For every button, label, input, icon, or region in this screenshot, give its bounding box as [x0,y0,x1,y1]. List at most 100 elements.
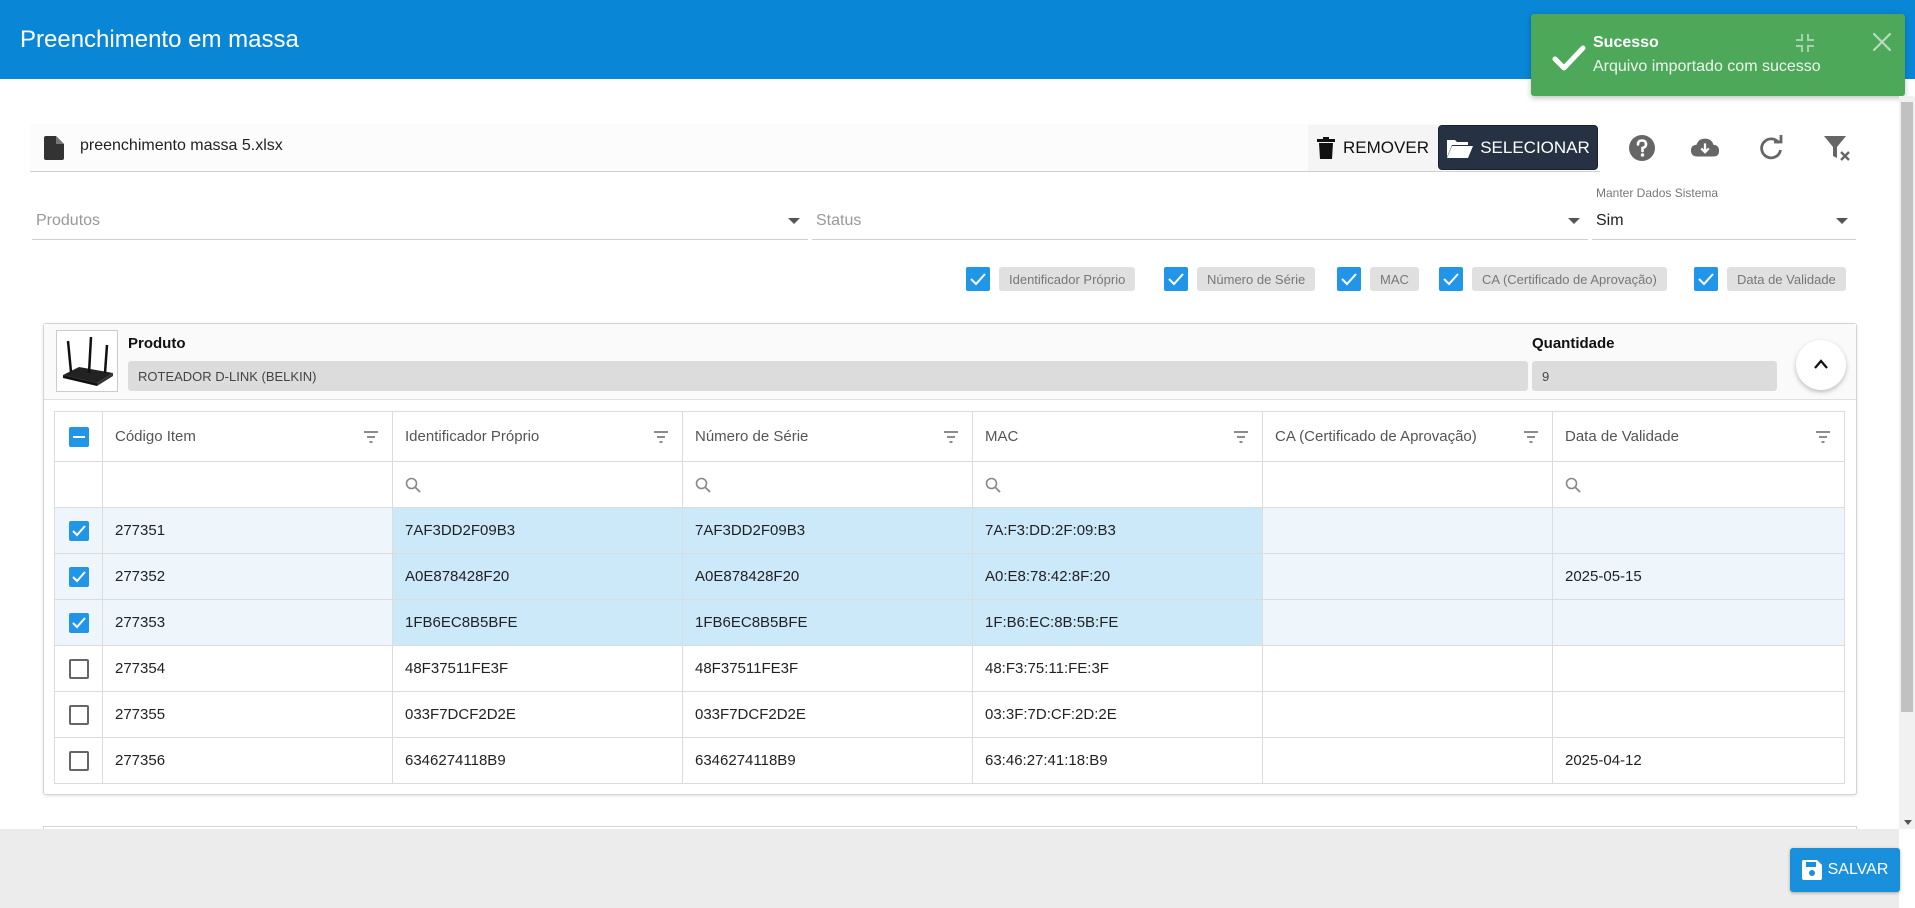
row-checkbox[interactable] [68,612,89,633]
scroll-thumb[interactable] [1901,102,1913,712]
cell-validade[interactable] [1552,599,1845,646]
filter-icon[interactable] [1816,431,1830,443]
cell-mac[interactable]: 48:F3:75:11:FE:3F [972,645,1263,692]
quantity-value: 9 [1532,361,1777,391]
toggle-ca[interactable]: CA (Certificado de Aprovação) [1439,266,1667,292]
table-row[interactable]: 277351 7AF3DD2F09B3 7AF3DD2F09B3 7A:F3:D… [54,507,1845,554]
cell-identificador[interactable]: 033F7DCF2D2E [392,691,683,738]
cloud-download-icon[interactable] [1690,133,1720,163]
toggle-mac[interactable]: MAC [1337,266,1419,292]
cell-serie[interactable]: 7AF3DD2F09B3 [682,507,973,554]
page-scrollbar[interactable] [1899,96,1915,829]
table-row[interactable]: 277356 6346274118B9 6346274118B9 63:46:2… [54,737,1845,784]
scroll-down-icon[interactable] [1904,820,1912,825]
column-header-validade[interactable]: Data de Validade [1552,411,1845,462]
close-icon[interactable] [1869,29,1895,55]
cell-mac[interactable]: A0:E8:78:42:8F:20 [972,553,1263,600]
filter-cell-identificador[interactable] [392,461,683,508]
checkbox-mac[interactable] [1337,267,1361,291]
filter-cell-serie[interactable] [682,461,973,508]
toggle-identificador[interactable]: Identificador Próprio [966,266,1136,292]
table-row[interactable]: 277352 A0E878428F20 A0E878428F20 A0:E8:7… [54,553,1845,600]
help-icon[interactable] [1627,133,1657,163]
toggle-numero-serie[interactable]: Número de Série [1164,266,1316,292]
collapse-card-button[interactable] [1796,340,1846,390]
cell-identificador[interactable]: 7AF3DD2F09B3 [392,507,683,554]
row-checkbox[interactable] [68,566,89,587]
cell-validade[interactable]: 2025-05-15 [1552,553,1845,600]
cell-codigo[interactable]: 277354 [102,645,393,692]
remove-file-button[interactable]: REMOVER [1308,125,1438,171]
cell-mac[interactable]: 7A:F3:DD:2F:09:B3 [972,507,1263,554]
column-header-identificador[interactable]: Identificador Próprio [392,411,683,462]
column-header-serie[interactable]: Número de Série [682,411,973,462]
select-file-button[interactable]: SELECIONAR [1438,125,1598,170]
manter-dados-value: Sim [1596,212,1624,229]
row-checkbox[interactable] [68,658,89,679]
column-label: CA (Certificado de Aprovação) [1275,428,1477,445]
cell-identificador[interactable]: 48F37511FE3F [392,645,683,692]
cell-codigo[interactable]: 277351 [102,507,393,554]
status-select[interactable]: Status [812,200,1588,240]
filter-icon[interactable] [944,431,958,443]
cell-mac[interactable]: 63:46:27:41:18:B9 [972,737,1263,784]
cell-serie[interactable]: 6346274118B9 [682,737,973,784]
filter-icon[interactable] [1234,431,1248,443]
cell-validade[interactable]: 2025-04-12 [1552,737,1845,784]
cell-mac[interactable]: 03:3F:7D:CF:2D:2E [972,691,1263,738]
column-header-codigo[interactable]: Código Item [102,411,393,462]
table-row[interactable]: 277355 033F7DCF2D2E 033F7DCF2D2E 03:3F:7… [54,691,1845,738]
clear-filter-icon[interactable] [1822,133,1852,163]
checkbox-ca[interactable] [1439,267,1463,291]
filter-cell-mac[interactable] [972,461,1263,508]
cell-serie[interactable]: 1FB6EC8B5BFE [682,599,973,646]
filter-icon[interactable] [364,431,378,443]
filter-icon[interactable] [654,431,668,443]
column-header-mac[interactable]: MAC [972,411,1263,462]
cell-identificador[interactable]: 6346274118B9 [392,737,683,784]
cell-ca[interactable] [1262,645,1553,692]
cell-codigo[interactable]: 277356 [102,737,393,784]
cell-codigo[interactable]: 277352 [102,553,393,600]
cell-validade[interactable] [1552,691,1845,738]
save-button[interactable]: SALVAR [1790,848,1900,892]
save-label: SALVAR [1827,861,1889,878]
checkbox-identificador[interactable] [966,267,990,291]
cell-ca[interactable] [1262,599,1553,646]
cell-validade[interactable] [1552,645,1845,692]
checkbox-numero-serie[interactable] [1164,267,1188,291]
cell-codigo[interactable]: 277355 [102,691,393,738]
manter-dados-select[interactable]: Manter Dados Sistema Sim [1592,186,1856,240]
search-icon[interactable] [405,477,421,493]
cell-codigo[interactable]: 277353 [102,599,393,646]
cell-identificador[interactable]: A0E878428F20 [392,553,683,600]
cell-ca[interactable] [1262,737,1553,784]
cell-serie[interactable]: 48F37511FE3F [682,645,973,692]
cell-validade[interactable] [1552,507,1845,554]
cell-mac[interactable]: 1F:B6:EC:8B:5B:FE [972,599,1263,646]
search-icon[interactable] [695,477,711,493]
filter-icon[interactable] [1524,431,1538,443]
row-select-cell [54,645,103,692]
checkbox-data-validade[interactable] [1694,267,1718,291]
filter-cell-validade[interactable] [1552,461,1845,508]
select-all-checkbox[interactable] [68,426,89,447]
table-row[interactable]: 277353 1FB6EC8B5BFE 1FB6EC8B5BFE 1F:B6:E… [54,599,1845,646]
cell-ca[interactable] [1262,507,1553,554]
row-checkbox[interactable] [68,704,89,725]
search-icon[interactable] [985,477,1001,493]
refresh-icon[interactable] [1756,133,1786,163]
cell-serie[interactable]: 033F7DCF2D2E [682,691,973,738]
collapse-icon[interactable] [1793,31,1817,55]
row-checkbox[interactable] [68,750,89,771]
cell-identificador[interactable]: 1FB6EC8B5BFE [392,599,683,646]
row-checkbox[interactable] [68,520,89,541]
search-icon[interactable] [1565,477,1581,493]
column-header-ca[interactable]: CA (Certificado de Aprovação) [1262,411,1553,462]
produtos-select[interactable]: Produtos [32,200,808,240]
cell-serie[interactable]: A0E878428F20 [682,553,973,600]
toggle-data-validade[interactable]: Data de Validade [1694,266,1846,292]
cell-ca[interactable] [1262,691,1553,738]
cell-ca[interactable] [1262,553,1553,600]
table-row[interactable]: 277354 48F37511FE3F 48F37511FE3F 48:F3:7… [54,645,1845,692]
